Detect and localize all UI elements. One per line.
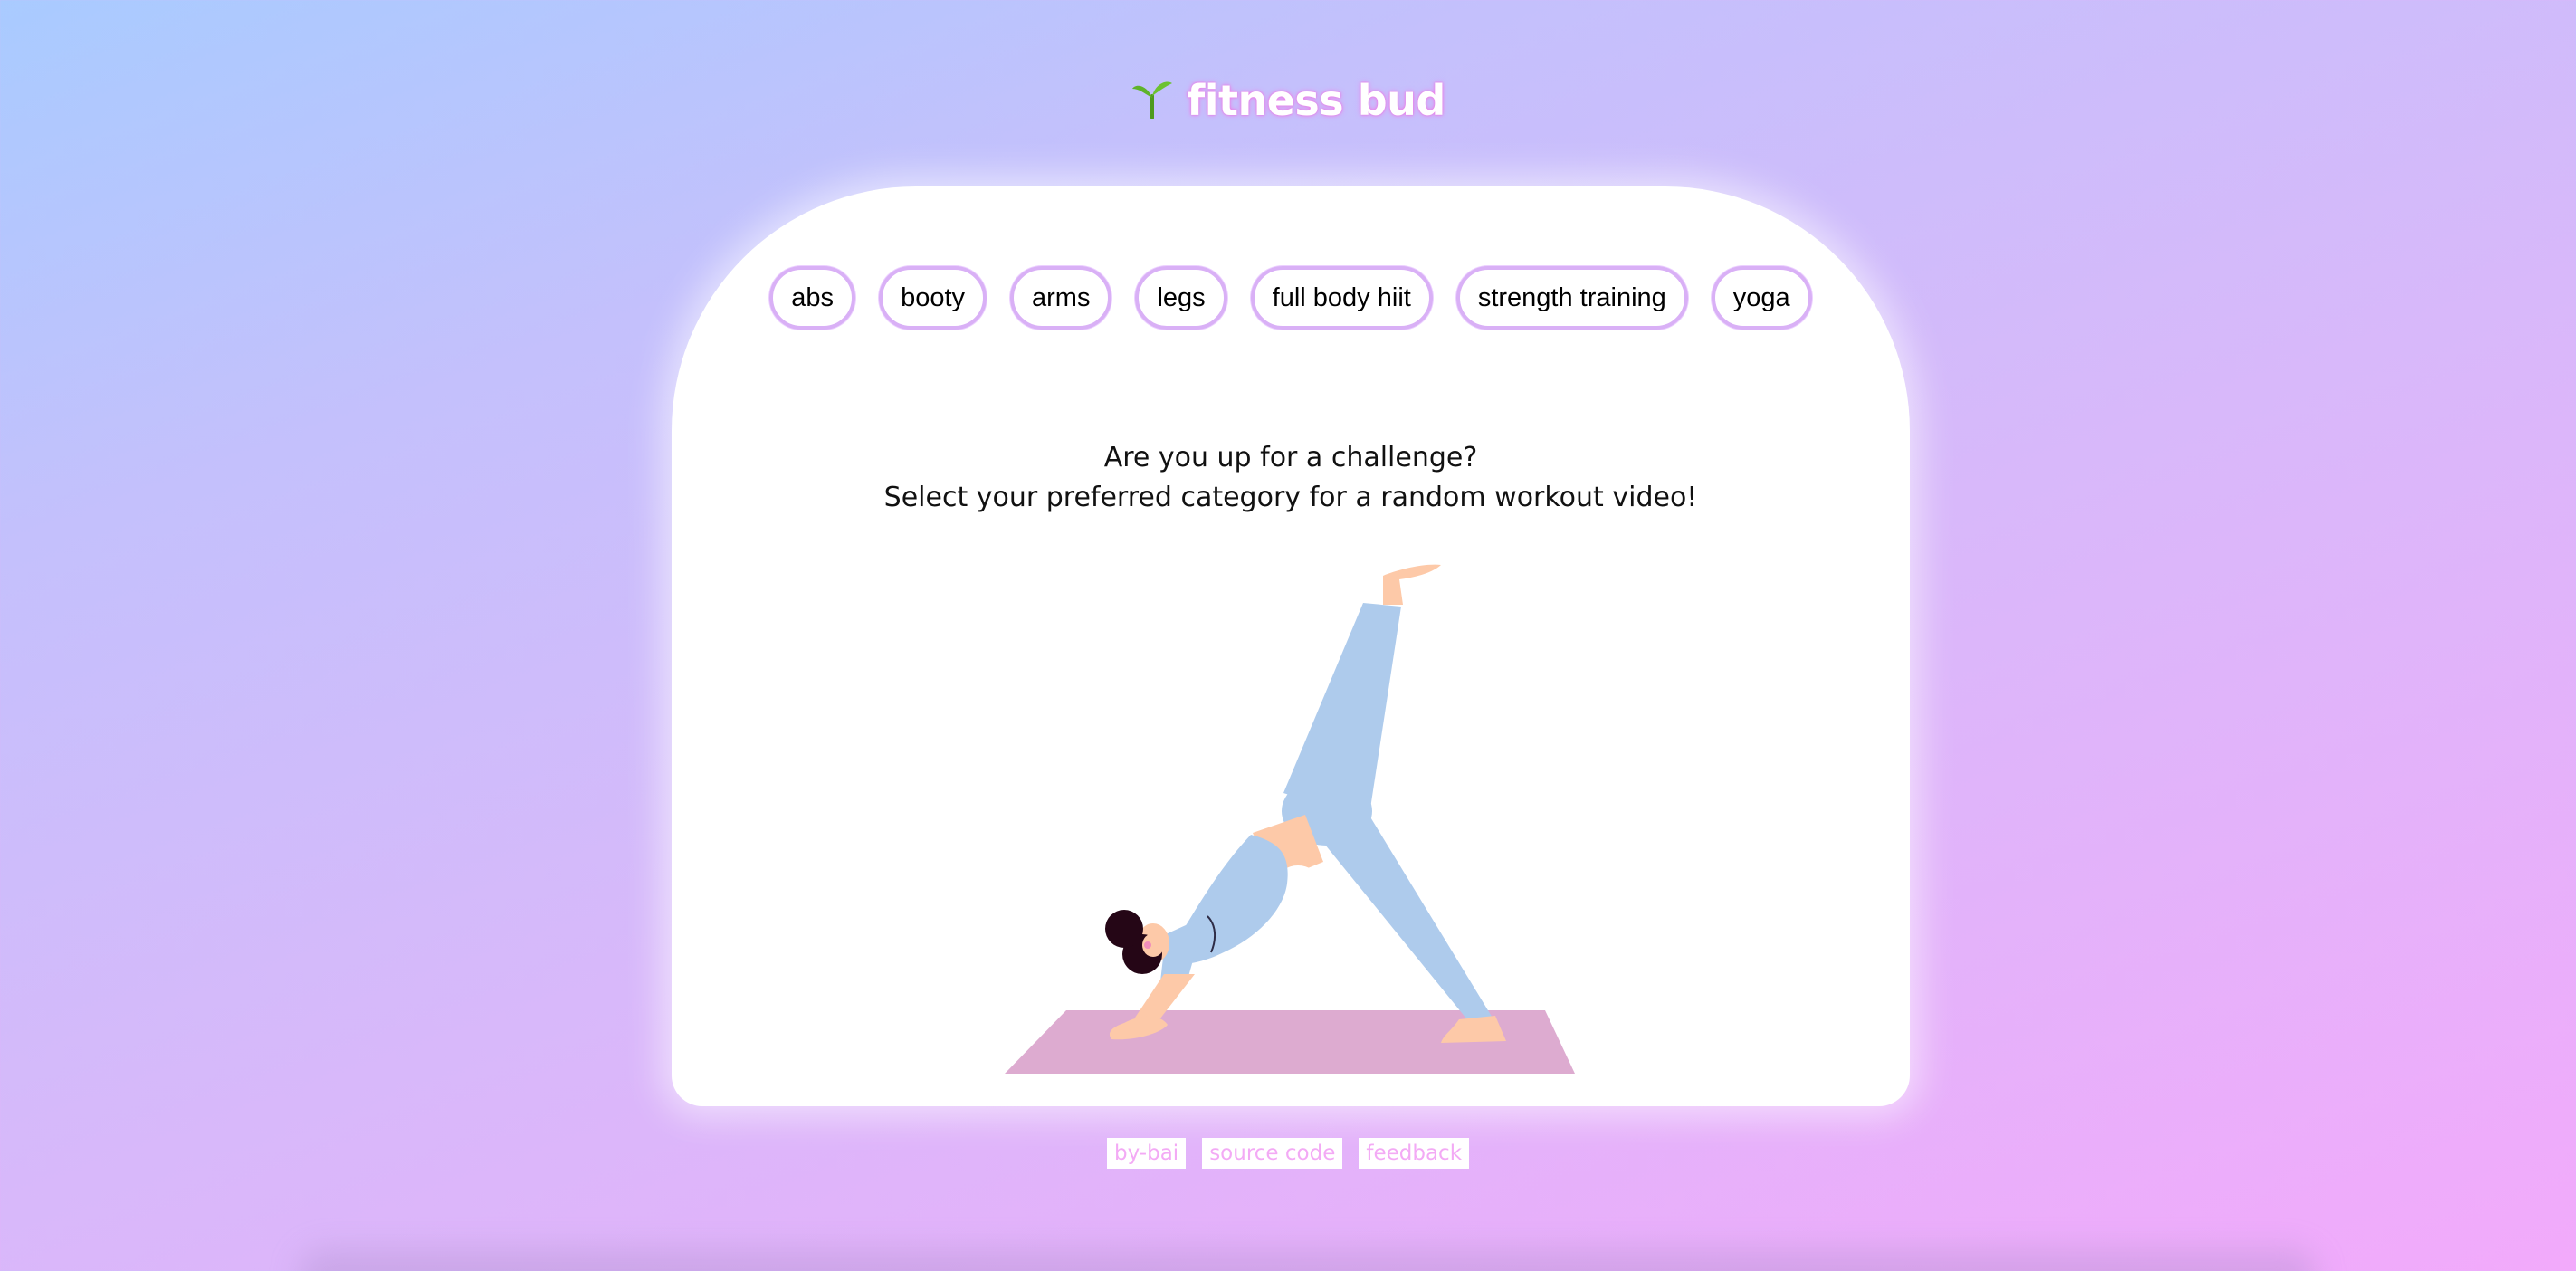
app-header: fitness bud bbox=[0, 76, 2576, 139]
footer-link-by-bai[interactable]: by-bai bbox=[1106, 1138, 1187, 1169]
seedling-icon bbox=[1131, 78, 1174, 123]
footer-link-feedback[interactable]: feedback bbox=[1359, 1138, 1470, 1169]
bottom-shadow bbox=[299, 1249, 2317, 1271]
footer-link-source-code[interactable]: source code bbox=[1202, 1138, 1343, 1169]
logo[interactable]: fitness bud bbox=[1131, 76, 1445, 125]
raised-foot bbox=[1383, 564, 1441, 605]
hair-bun bbox=[1105, 910, 1143, 948]
main-card: abs booty arms legs full body hiit stren… bbox=[672, 186, 1910, 1106]
yoga-illustration bbox=[1005, 564, 1575, 1074]
ear bbox=[1144, 941, 1151, 949]
app-title: fitness bud bbox=[1187, 76, 1445, 125]
footer: by-bai source code feedback bbox=[0, 1138, 2576, 1169]
